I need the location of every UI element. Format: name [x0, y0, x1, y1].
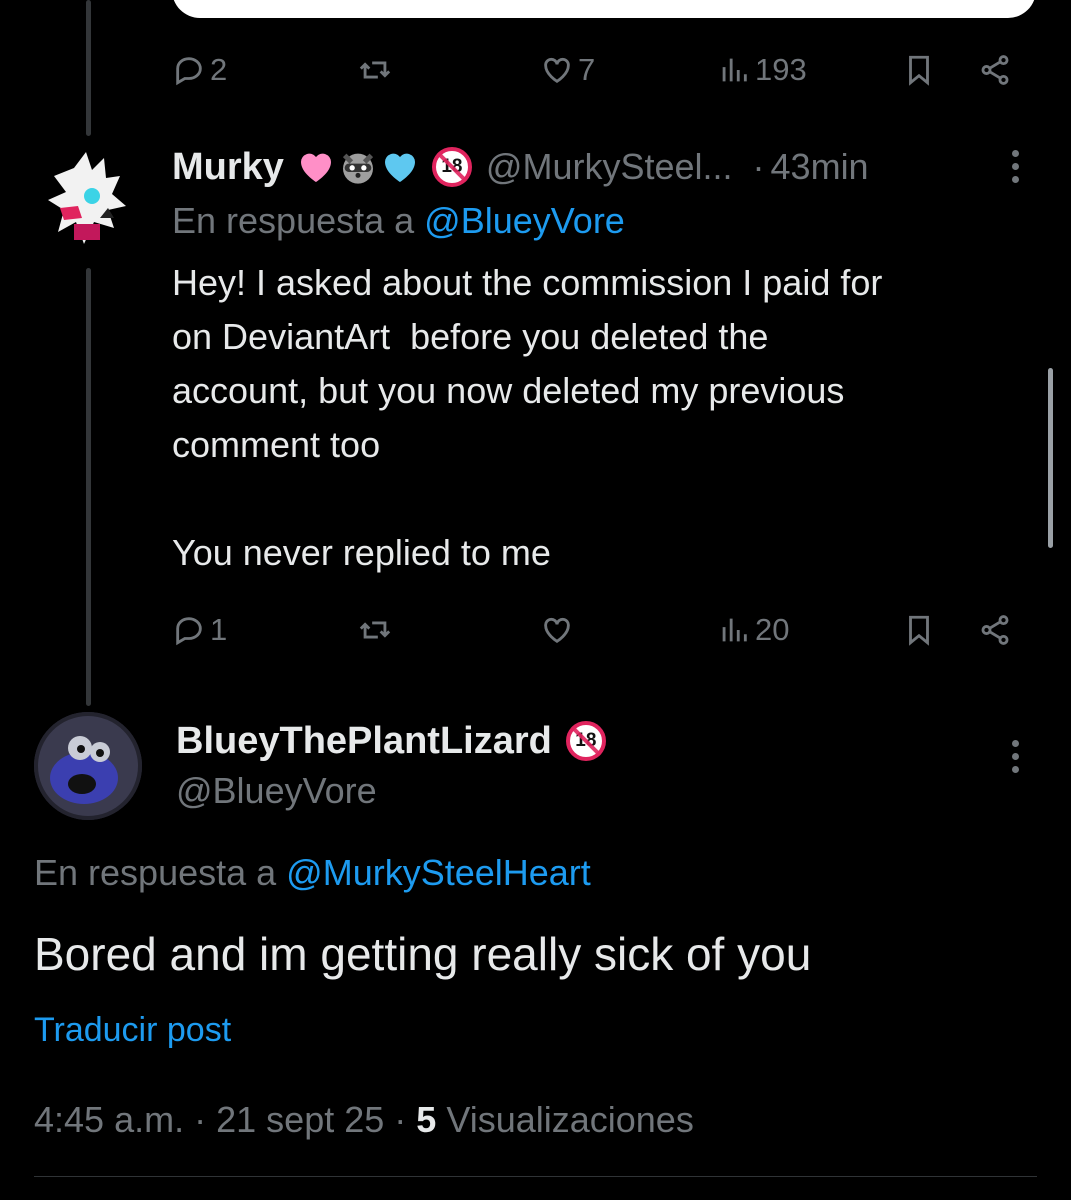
timestamp[interactable]: 43min: [771, 146, 869, 188]
heart-icon: [544, 617, 570, 644]
in-reply-to-label: En respuesta a: [172, 200, 415, 241]
reply-icon: [176, 617, 202, 646]
view-count: 193: [755, 52, 807, 87]
more-dot: [1011, 753, 1019, 760]
in-reply-to: En respuesta a @BlueyVore: [172, 198, 625, 244]
views-button[interactable]: 193: [717, 45, 807, 95]
in-reply-to-handle[interactable]: @MurkySteelHeart: [286, 852, 591, 893]
avatar-bluey[interactable]: [34, 712, 142, 820]
repost-icon: [359, 61, 391, 79]
post-meta: 4:45 a.m. · 21 sept 25 · 5 Visualizacion…: [34, 1096, 694, 1144]
reply-count: 1: [210, 612, 228, 647]
scrollbar[interactable]: [1048, 368, 1053, 548]
views-icon: [722, 58, 747, 82]
bookmark-icon: [909, 615, 929, 646]
avatar-murky[interactable]: [34, 148, 142, 256]
reply-icon: [176, 57, 202, 86]
under-18-badge-icon: 18: [431, 147, 472, 187]
avatar-bluey-image: [34, 712, 142, 820]
bookmark-button[interactable]: [902, 605, 936, 655]
views-button[interactable]: 20: [717, 605, 789, 655]
share-button[interactable]: [978, 605, 1012, 655]
like-button[interactable]: [540, 605, 574, 655]
heart-icon: [544, 57, 570, 84]
reply-button[interactable]: 1: [172, 605, 227, 655]
meta-separator: ·: [194, 1099, 207, 1140]
time-separator: ·: [752, 146, 765, 187]
main-post-header: BlueyThePlantLizard 18: [176, 716, 606, 766]
handle[interactable]: @BlueyVore: [176, 768, 377, 814]
repost-button[interactable]: [358, 45, 392, 95]
in-reply-to-label: En respuesta a: [34, 852, 277, 893]
views-count: 5: [416, 1099, 437, 1140]
display-name[interactable]: Murky: [172, 146, 284, 189]
share-button[interactable]: [978, 45, 1012, 95]
view-count: 20: [755, 612, 790, 647]
more-dot: [1011, 163, 1019, 170]
display-name[interactable]: BlueyThePlantLizard: [176, 720, 552, 763]
reply-button[interactable]: 2: [172, 45, 227, 95]
more-dot: [1011, 766, 1019, 773]
thread-line-middle: [86, 268, 91, 706]
main-post-text: Bored and im getting really sick of you: [34, 928, 812, 980]
divider: [34, 1176, 1037, 1177]
avatar-murky-image: [34, 148, 142, 256]
reply-header: Murky 18 @MurkySteel... · 43min: [172, 142, 869, 192]
light-blue-heart-icon: [380, 147, 420, 187]
bookmark-icon: [909, 55, 929, 86]
in-reply-to: En respuesta a @MurkySteelHeart: [34, 850, 591, 896]
thread-line-top: [86, 0, 91, 136]
bookmark-button[interactable]: [902, 45, 936, 95]
more-dot: [1011, 150, 1019, 157]
reply-count: 2: [210, 52, 228, 87]
pink-heart-icon: [296, 147, 336, 187]
post-time[interactable]: 4:45 a.m.: [34, 1099, 184, 1140]
in-reply-to-handle[interactable]: @BlueyVore: [424, 200, 625, 241]
handle[interactable]: @MurkySteel...: [486, 146, 733, 188]
repost-button[interactable]: [358, 605, 392, 655]
more-options-button[interactable]: [1010, 740, 1020, 773]
raccoon-icon: [338, 147, 378, 187]
like-button[interactable]: 7: [540, 45, 595, 95]
repost-icon: [359, 621, 391, 639]
post-date[interactable]: 21 sept 25: [216, 1099, 384, 1140]
more-options-button[interactable]: [1010, 150, 1020, 183]
meta-separator: ·: [394, 1099, 407, 1140]
translate-post-link[interactable]: Traducir post: [34, 1008, 231, 1052]
share-icon: [981, 615, 1009, 645]
quoted-post-card[interactable]: [172, 0, 1036, 18]
more-dot: [1011, 176, 1019, 183]
reply-post-actions: 1 20: [172, 605, 1022, 655]
more-dot: [1011, 740, 1019, 747]
views-label: Visualizaciones: [446, 1099, 694, 1140]
share-icon: [981, 55, 1009, 85]
top-post-actions: 2 7 193: [172, 45, 1022, 95]
under-18-badge-icon: 18: [565, 721, 606, 761]
reply-text: Hey! I asked about the commission I paid…: [172, 262, 883, 573]
views-icon: [722, 618, 747, 642]
like-count: 7: [578, 52, 596, 87]
